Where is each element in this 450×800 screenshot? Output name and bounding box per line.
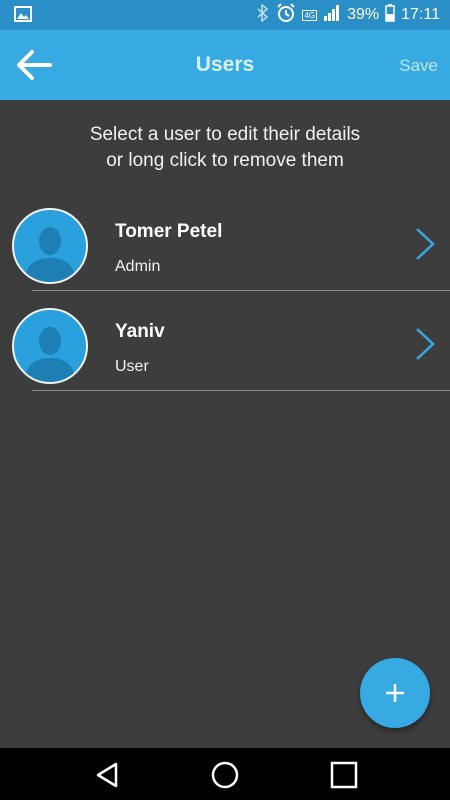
instructions-line-1: Select a user to edit their details xyxy=(89,124,361,145)
network-type-badge: 4G xyxy=(302,9,318,21)
instructions-line-2: or long click to remove them xyxy=(106,150,344,171)
system-nav-bar xyxy=(0,748,450,800)
person-silhouette-icon xyxy=(24,327,76,382)
user-role: User xyxy=(115,358,149,375)
alarm-icon xyxy=(276,2,296,28)
plus-icon xyxy=(386,684,404,702)
user-name: Yaniv xyxy=(115,321,165,342)
divider xyxy=(32,290,450,291)
list-item-user[interactable]: Yaniv User xyxy=(0,303,450,403)
instructions-text: Select a user to edit their details or l… xyxy=(0,122,450,174)
clock: 17:11 xyxy=(401,6,440,23)
person-silhouette-icon xyxy=(24,227,76,282)
status-bar: 4G 39% 17:11 xyxy=(0,0,450,30)
chevron-right-icon xyxy=(414,227,436,261)
image-icon xyxy=(14,6,32,27)
home-circle-icon[interactable] xyxy=(210,760,240,790)
recents-square-icon[interactable] xyxy=(329,760,359,790)
avatar xyxy=(12,208,88,284)
back-triangle-icon[interactable] xyxy=(92,760,122,790)
battery-icon xyxy=(385,3,395,27)
user-role: Admin xyxy=(115,258,161,275)
save-button[interactable]: Save xyxy=(399,56,438,76)
divider xyxy=(32,390,450,391)
page-title: Users xyxy=(195,53,255,76)
add-user-button[interactable] xyxy=(360,658,430,728)
battery-percent: 39% xyxy=(347,6,380,23)
list-item-user[interactable]: Tomer Petel Admin xyxy=(0,203,450,303)
signal-icon xyxy=(323,4,341,27)
bluetooth-icon xyxy=(256,2,270,27)
avatar xyxy=(12,308,88,384)
user-name: Tomer Petel xyxy=(115,221,223,242)
chevron-right-icon xyxy=(414,327,436,361)
app-bar: Users Save xyxy=(0,30,450,100)
